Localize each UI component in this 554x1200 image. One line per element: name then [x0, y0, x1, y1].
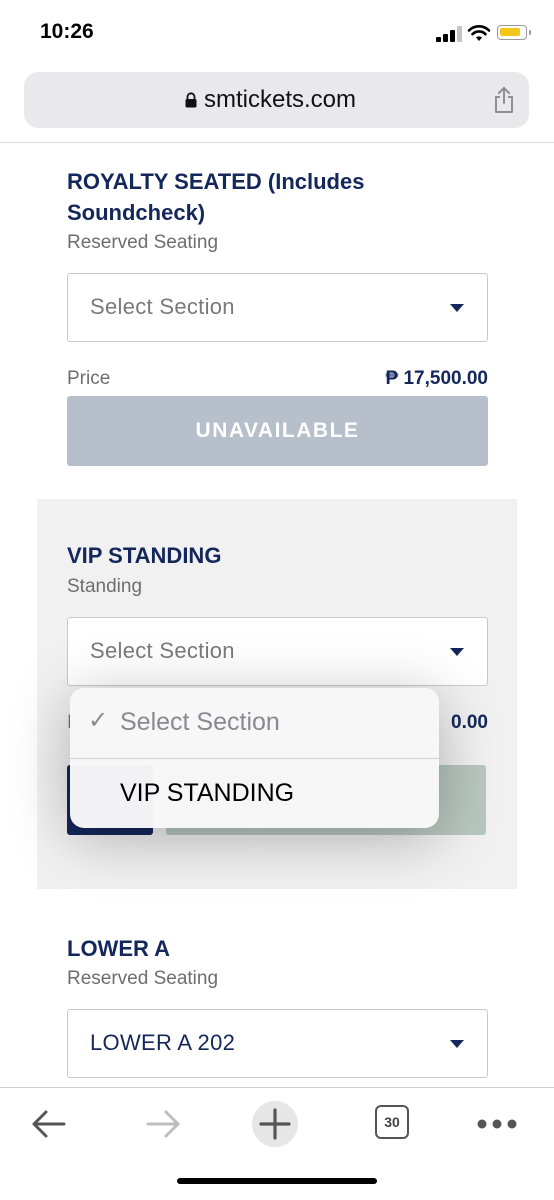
- status-time: 10:26: [40, 20, 94, 43]
- select-section-lower-a[interactable]: LOWER A 202: [67, 1009, 488, 1078]
- select-value: LOWER A 202: [90, 1030, 236, 1055]
- price-label: Price: [67, 368, 111, 389]
- home-indicator: [177, 1178, 377, 1184]
- section-subtitle-royalty: Reserved Seating: [67, 232, 219, 253]
- select-section-vip[interactable]: Select Section: [67, 617, 488, 686]
- dropdown-option-vip-standing[interactable]: VIP STANDING: [70, 759, 439, 828]
- section-dropdown-menu: ✓ Select Section VIP STANDING: [70, 688, 439, 828]
- address-bar[interactable]: smtickets.com: [24, 72, 529, 128]
- section-title-royalty-line2: Soundcheck): [67, 200, 206, 225]
- caret-down-icon: [450, 648, 464, 656]
- caret-down-icon: [450, 1040, 464, 1048]
- tabs-count-button[interactable]: 30: [375, 1105, 409, 1139]
- status-bar: 10:26: [0, 0, 554, 66]
- back-arrow-icon[interactable]: [24, 1100, 74, 1148]
- battery-icon: [497, 25, 531, 40]
- dropdown-option-label: Select Section: [120, 708, 280, 736]
- select-placeholder: Select Section: [90, 638, 235, 663]
- caret-down-icon: [450, 304, 464, 312]
- section-title-royalty: ROYALTY SEATED (Includes Soundcheck): [67, 166, 364, 228]
- dropdown-option-select-section[interactable]: ✓ Select Section: [70, 688, 439, 758]
- page-content: ROYALTY SEATED (Includes Soundcheck) Res…: [0, 143, 554, 1087]
- cellular-signal-icon: [436, 26, 462, 42]
- price-value: ₱ 17,500.00: [385, 368, 488, 389]
- wifi-icon: [467, 25, 491, 41]
- select-placeholder: Select Section: [90, 294, 235, 319]
- section-subtitle-lower-a: Reserved Seating: [67, 968, 219, 989]
- forward-arrow-icon[interactable]: [138, 1100, 188, 1148]
- more-options-icon[interactable]: [472, 1100, 522, 1148]
- lock-icon: [185, 92, 197, 108]
- section-title-vip: VIP STANDING: [67, 543, 222, 568]
- dropdown-option-label: VIP STANDING: [120, 779, 295, 807]
- select-section-royalty[interactable]: Select Section: [67, 273, 488, 342]
- checkmark-icon: ✓: [88, 707, 109, 734]
- section-subtitle-vip: Standing: [67, 576, 143, 597]
- url-text: smtickets.com: [204, 86, 357, 113]
- unavailable-button[interactable]: UNAVAILABLE: [67, 396, 488, 466]
- price-value-partial: 0.00: [451, 712, 488, 733]
- new-tab-plus-icon[interactable]: [250, 1100, 300, 1148]
- section-title-lower-a: LOWER A: [67, 936, 171, 961]
- section-title-royalty-line1: ROYALTY SEATED (Includes: [67, 169, 365, 194]
- share-icon[interactable]: [492, 86, 516, 114]
